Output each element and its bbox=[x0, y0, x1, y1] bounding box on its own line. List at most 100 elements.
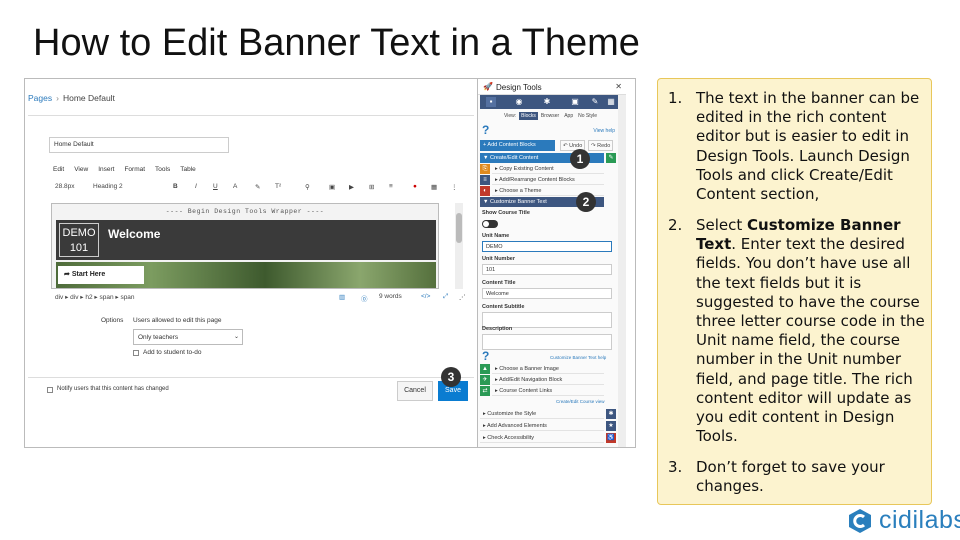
keyboard-shortcuts-icon[interactable]: ⓪ bbox=[361, 293, 368, 303]
grid-icon[interactable]: ▦ bbox=[606, 97, 616, 107]
menu-view[interactable]: View bbox=[74, 166, 88, 173]
add-to-student-label: Add to student to-do bbox=[143, 349, 202, 356]
description-input[interactable] bbox=[482, 334, 612, 350]
step-marker-1: 1 bbox=[570, 149, 590, 169]
help-icon[interactable]: ? bbox=[482, 349, 489, 363]
image-library-icon[interactable]: ▣ bbox=[570, 97, 580, 107]
italic-button[interactable]: I bbox=[195, 183, 197, 190]
add-to-student-checkbox[interactable] bbox=[133, 350, 139, 356]
add-edit-navigation[interactable]: ▸ Add/Edit Navigation Block bbox=[492, 375, 604, 385]
unit-name-input[interactable]: DEMO bbox=[482, 241, 612, 252]
unit-name-label: Unit Name bbox=[482, 233, 510, 239]
allowed-editors-select[interactable]: Only teachers ⌄ bbox=[133, 329, 243, 345]
font-size-select[interactable]: 28.8px bbox=[55, 183, 75, 190]
content-title-input[interactable]: Welcome bbox=[482, 288, 612, 299]
accessibility-icon[interactable]: ● bbox=[413, 183, 417, 190]
create-edit-course-view-link[interactable]: Create/Edit Course view bbox=[556, 399, 605, 404]
banner[interactable]: DEMO 101 Welcome bbox=[56, 220, 436, 260]
accessibility-check-icon[interactable]: ♿ bbox=[606, 433, 616, 443]
content-subtitle-label: Content Subtitle bbox=[482, 304, 525, 310]
instructions-box: 1. The text in the banner can be edited … bbox=[657, 78, 932, 505]
scrollbar-thumb[interactable] bbox=[456, 213, 462, 243]
star-icon[interactable]: ★ bbox=[606, 421, 616, 431]
add-advanced-elements[interactable]: ▸ Add Advanced Elements bbox=[480, 421, 604, 431]
more-icon[interactable]: ⋮ bbox=[451, 183, 458, 191]
notify-checkbox[interactable] bbox=[47, 387, 53, 393]
menu-edit[interactable]: Edit bbox=[53, 166, 64, 173]
bold-button[interactable]: B bbox=[173, 183, 178, 190]
format-toolbar: 28.8px Heading 2 B I U A ✎ T² ⚲ ▣ ▶ ⊞ ≡ … bbox=[49, 181, 465, 195]
add-rearrange-blocks[interactable]: ▸ Add/Rearrange Content Blocks bbox=[492, 175, 604, 185]
view-app[interactable]: App bbox=[562, 112, 575, 120]
divider bbox=[28, 115, 474, 116]
cancel-button[interactable]: Cancel bbox=[397, 381, 433, 401]
step-2-number: 2. bbox=[668, 216, 683, 234]
edit-icon[interactable]: ✎ bbox=[606, 153, 616, 163]
page-title-input[interactable]: Home Default bbox=[49, 137, 229, 153]
options-label: Options bbox=[101, 317, 124, 324]
gear-icon[interactable]: ✱ bbox=[606, 409, 616, 419]
text-color-button[interactable]: A bbox=[233, 183, 237, 190]
resize-handle-icon[interactable]: ⋰ bbox=[459, 293, 466, 301]
close-icon[interactable]: ✕ bbox=[615, 82, 622, 91]
help-icon[interactable]: ? bbox=[482, 123, 489, 137]
view-browser[interactable]: Browser bbox=[539, 112, 561, 120]
underline-button[interactable]: U bbox=[213, 183, 218, 190]
view-selector: View: Blocks Browser App No Style bbox=[502, 112, 600, 120]
unit-number-input[interactable]: 101 bbox=[482, 264, 612, 275]
view-no-style[interactable]: No Style bbox=[576, 112, 599, 120]
element-path-bar: div ▸ div ▸ h2 ▸ span ▸ span ▥ ⓪ 9 words… bbox=[49, 293, 466, 305]
design-tools-iconbar: ▪ ◉ ✱ ▣ ✎ ▦ bbox=[480, 95, 624, 109]
menu-tools[interactable]: Tools bbox=[155, 166, 170, 173]
check-accessibility[interactable]: ▸ Check Accessibility bbox=[480, 433, 604, 443]
word-count: 9 words bbox=[379, 293, 402, 300]
embed-icon[interactable]: ⊞ bbox=[369, 183, 374, 191]
start-here-label: Start Here bbox=[71, 271, 106, 278]
accessibility-checker-icon[interactable]: ▥ bbox=[339, 293, 345, 301]
highlight-icon[interactable]: ✎ bbox=[255, 183, 260, 191]
tools-icon[interactable]: ✎ bbox=[590, 97, 600, 107]
element-path[interactable]: div ▸ div ▸ h2 ▸ span ▸ span bbox=[55, 293, 135, 301]
design-tools-panel: 🚀 Design Tools ✕ ▪ ◉ ✱ ▣ ✎ ▦ View: Blocks… bbox=[477, 79, 626, 447]
html-editor-button[interactable]: </> bbox=[421, 293, 430, 300]
add-content-blocks-button[interactable]: + Add Content Blocks bbox=[480, 140, 555, 151]
editor-scrollbar[interactable] bbox=[455, 203, 463, 289]
page-editor: Pages › Home Default Home Default Edit View… bbox=[25, 79, 477, 447]
link-icon[interactable]: ⚲ bbox=[305, 183, 310, 191]
design-tools-scrollbar[interactable] bbox=[618, 95, 626, 447]
theme-icon[interactable]: ◉ bbox=[514, 97, 524, 107]
divider bbox=[28, 377, 474, 378]
allowed-editors-value: Only teachers bbox=[138, 334, 179, 341]
banner-image-icon: ▲ bbox=[480, 364, 490, 374]
fullscreen-icon[interactable]: ⤢ bbox=[443, 293, 448, 301]
menu-table[interactable]: Table bbox=[180, 166, 196, 173]
settings-icon[interactable]: ✱ bbox=[542, 97, 552, 107]
block-format-select[interactable]: Heading 2 bbox=[93, 183, 123, 190]
table-icon[interactable]: ▦ bbox=[431, 183, 437, 191]
cidilabs-mark-icon bbox=[849, 509, 871, 533]
menu-insert[interactable]: Insert bbox=[98, 166, 114, 173]
image-icon[interactable]: ▣ bbox=[329, 183, 335, 191]
customize-banner-help-link[interactable]: Customize Banner Text help bbox=[550, 355, 606, 360]
banner-unit-box: DEMO 101 bbox=[59, 223, 99, 257]
view-help-link[interactable]: View help bbox=[593, 128, 615, 134]
superscript-button[interactable]: T² bbox=[275, 183, 281, 190]
course-content-links[interactable]: ▸ Course Content Links bbox=[492, 386, 604, 396]
chevron-down-icon: ⌄ bbox=[233, 334, 239, 340]
customize-style[interactable]: ▸ Customize the Style bbox=[480, 409, 604, 419]
start-here-button[interactable]: ➦ Start Here bbox=[58, 266, 144, 284]
choose-banner-image[interactable]: ▸ Choose a Banner Image bbox=[492, 364, 604, 374]
redo-button[interactable]: ↷ Redo bbox=[588, 140, 613, 151]
view-blocks[interactable]: Blocks bbox=[519, 112, 538, 120]
banner-title: Welcome bbox=[108, 227, 161, 241]
align-icon[interactable]: ≡ bbox=[389, 183, 393, 190]
show-course-title-toggle[interactable] bbox=[482, 220, 498, 228]
media-icon[interactable]: ▶ bbox=[349, 183, 354, 191]
content-icon[interactable]: ▪ bbox=[486, 97, 496, 107]
step-marker-3: 3 bbox=[441, 367, 461, 387]
menu-format[interactable]: Format bbox=[124, 166, 145, 173]
theme-choose-icon: ◐ bbox=[480, 186, 490, 196]
step-1-text: The text in the banner can be edited in … bbox=[696, 89, 920, 204]
breadcrumb-pages-link[interactable]: Pages bbox=[28, 93, 52, 103]
copy-icon: ⎘ bbox=[480, 164, 490, 174]
